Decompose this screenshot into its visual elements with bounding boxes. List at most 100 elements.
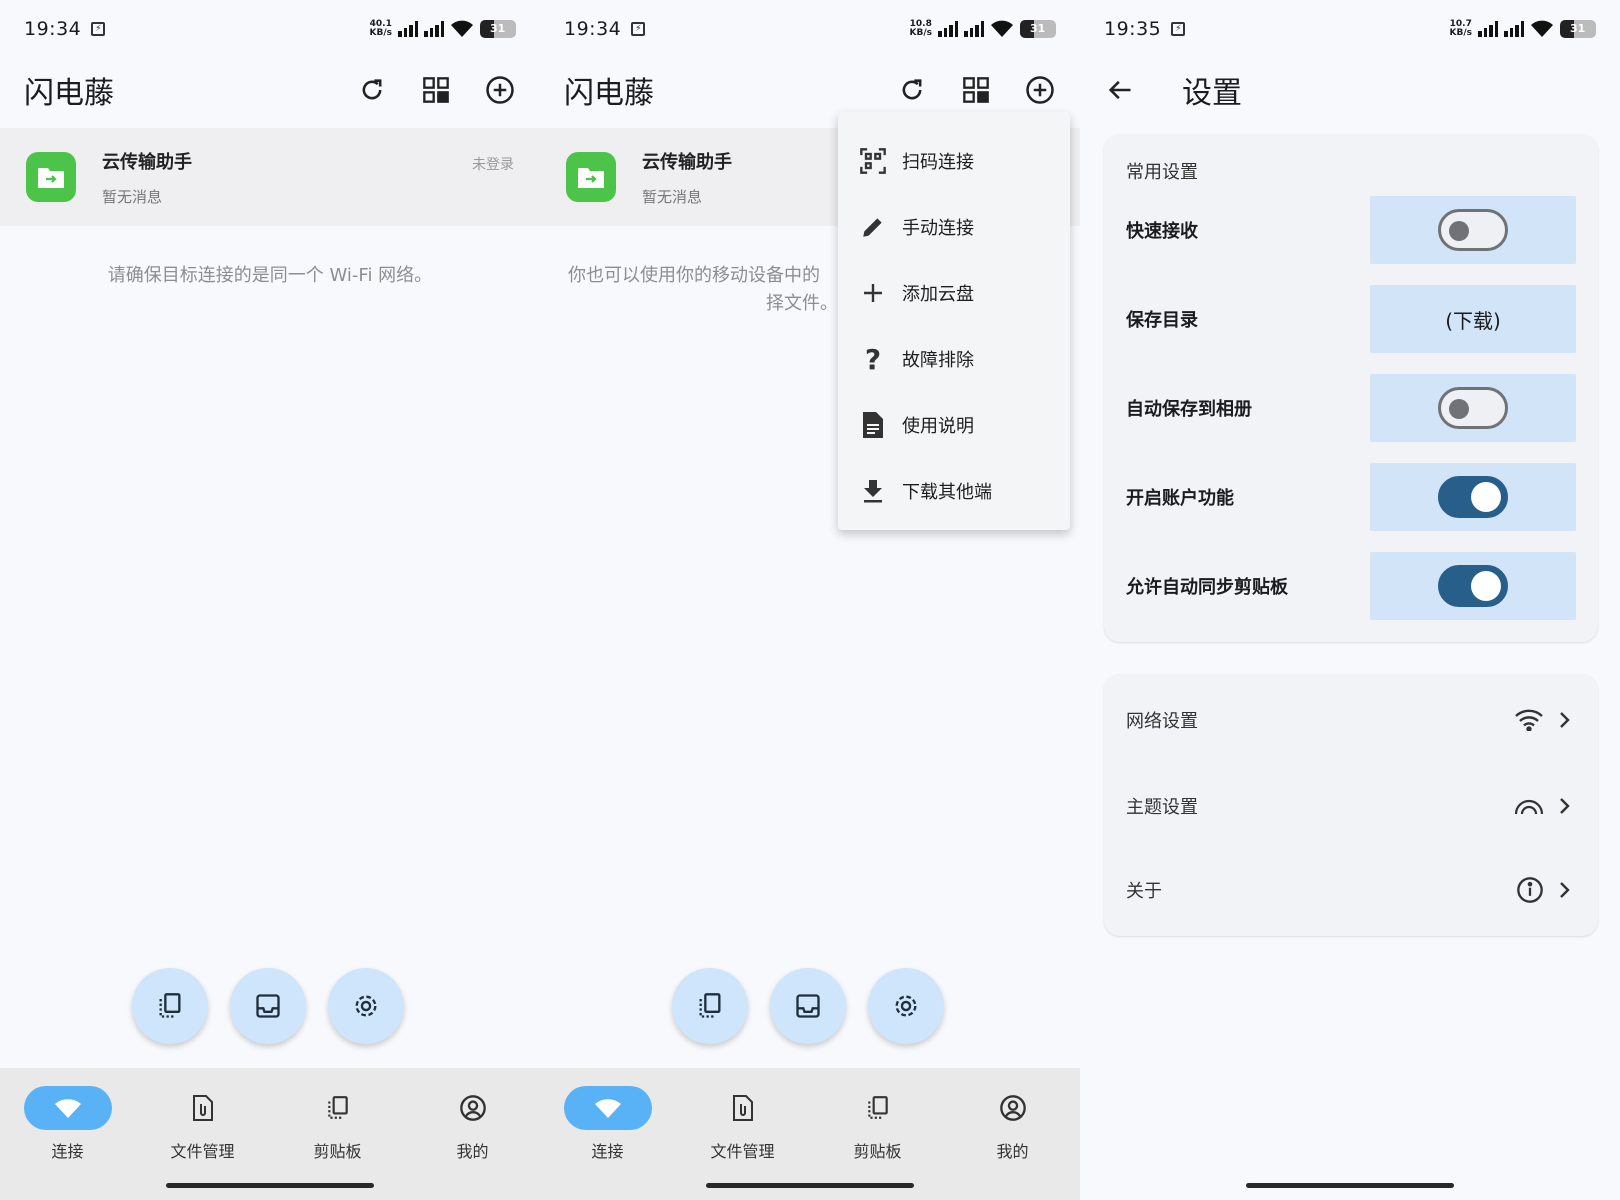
notification-icon: ⚡ xyxy=(91,22,106,36)
inbox-icon xyxy=(796,994,820,1018)
question-icon: ? xyxy=(864,342,882,376)
network-settings-row[interactable]: 网络设置 xyxy=(1104,690,1598,750)
signal-icon xyxy=(398,21,418,37)
wifi-hint: 请确保目标连接的是同一个 Wi-Fi 网络。 xyxy=(107,265,433,286)
account-icon xyxy=(999,1095,1026,1121)
wifi-icon xyxy=(54,1099,81,1118)
menu-download-clients[interactable]: 下载其他端 xyxy=(838,458,1070,524)
battery-icon: 31 xyxy=(1560,20,1596,38)
refresh-icon xyxy=(362,79,382,100)
refresh-icon xyxy=(902,79,922,100)
pencil-icon xyxy=(863,218,882,237)
status-bar: 19:35 ⚡ 10.7 KB/s 31 xyxy=(1104,14,1596,44)
back-button[interactable] xyxy=(1104,74,1136,106)
wifi-status-icon xyxy=(991,20,1013,37)
theme-settings-row[interactable]: 主题设置 xyxy=(1104,776,1598,836)
qr-code-icon xyxy=(423,77,449,103)
setting-quick-receive: 快速接收 xyxy=(1104,196,1598,264)
inbox-fab[interactable] xyxy=(770,968,846,1044)
inbox-fab[interactable] xyxy=(230,968,306,1044)
settings-title: 设置 xyxy=(1182,76,1242,111)
wifi-icon xyxy=(1515,709,1543,731)
clipboard-icon xyxy=(699,993,721,1018)
clipboard-fab[interactable] xyxy=(132,968,208,1044)
qr-scan-icon xyxy=(860,148,886,174)
quick-receive-toggle[interactable] xyxy=(1438,209,1508,251)
login-status: 未登录 xyxy=(472,157,514,173)
clipboard-icon xyxy=(327,1096,348,1119)
network-speed: 10.8 KB/s xyxy=(909,19,932,38)
menu-scan-connect[interactable]: 扫码连接 xyxy=(838,128,1070,194)
save-directory-button[interactable]: (下载) xyxy=(1370,285,1576,353)
info-icon xyxy=(1517,877,1543,903)
signal-icon-2 xyxy=(1504,21,1524,37)
add-button[interactable] xyxy=(484,74,516,106)
menu-instructions[interactable]: 使用说明 xyxy=(838,392,1070,458)
chevron-right-icon xyxy=(1560,798,1570,814)
settings-fab[interactable] xyxy=(328,968,404,1044)
add-circle-icon xyxy=(1026,76,1054,104)
network-speed: 10.7 KB/s xyxy=(1449,19,1472,38)
qr-code-button[interactable] xyxy=(960,74,992,106)
status-bar: 19:34 ⚡ 10.8 KB/s 31 xyxy=(564,14,1056,44)
device-message: 暂无消息 xyxy=(642,187,703,206)
chevron-right-icon xyxy=(1560,712,1570,728)
arrow-back-icon xyxy=(1108,80,1131,100)
qr-code-button[interactable] xyxy=(420,74,452,106)
rainbow-icon xyxy=(1514,799,1544,815)
home-indicator xyxy=(1246,1183,1454,1188)
account-icon xyxy=(459,1095,486,1121)
menu-add-cloud[interactable]: 添加云盘 xyxy=(838,260,1070,326)
clipboard-fab[interactable] xyxy=(672,968,748,1044)
notification-icon: ⚡ xyxy=(631,22,646,36)
wifi-icon xyxy=(594,1099,621,1118)
setting-account-feature: 开启账户功能 xyxy=(1104,463,1598,531)
account-feature-toggle[interactable] xyxy=(1438,476,1508,518)
connect-screen: 19:34 ⚡ 40.1 KB/s 31 闪电藤 云传输助手 暂无消息 未登录 … xyxy=(0,0,540,1200)
setting-save-directory: 保存目录 (下载) xyxy=(1104,285,1598,353)
document-icon xyxy=(863,412,883,438)
nav-connect[interactable]: 连接 xyxy=(13,1086,123,1200)
bottom-navigation: 连接 文件管理 剪贴板 我的 xyxy=(540,1068,1080,1200)
add-dropdown-menu: 扫码连接 手动连接 添加云盘 ? 故障排除 使用说明 下载其他端 xyxy=(838,112,1070,530)
nav-connect[interactable]: 连接 xyxy=(553,1086,663,1200)
status-time: 19:34 xyxy=(24,18,82,40)
setting-clipboard-sync: 允许自动同步剪贴板 xyxy=(1104,552,1598,620)
status-time: 19:34 xyxy=(564,18,622,40)
auto-save-album-toggle[interactable] xyxy=(1438,387,1508,429)
home-indicator xyxy=(706,1183,914,1188)
wifi-status-icon xyxy=(1531,20,1553,37)
device-list-item[interactable]: 云传输助手 暂无消息 未登录 xyxy=(0,128,540,226)
refresh-button[interactable] xyxy=(356,74,388,106)
download-icon xyxy=(864,480,882,503)
notification-icon: ⚡ xyxy=(1171,22,1186,36)
cloud-transfer-app-icon xyxy=(26,152,76,202)
status-bar: 19:34 ⚡ 40.1 KB/s 31 xyxy=(24,14,516,44)
cloud-transfer-app-icon xyxy=(566,152,616,202)
nav-profile[interactable]: 我的 xyxy=(418,1086,528,1200)
nav-profile[interactable]: 我的 xyxy=(958,1086,1068,1200)
menu-troubleshoot[interactable]: ? 故障排除 xyxy=(838,326,1070,392)
add-circle-icon xyxy=(486,76,514,104)
chevron-right-icon xyxy=(1560,882,1570,898)
settings-app-bar: 设置 xyxy=(1080,64,1620,116)
add-button[interactable] xyxy=(1024,74,1056,106)
signal-icon-2 xyxy=(964,21,984,37)
refresh-button[interactable] xyxy=(896,74,928,106)
about-row[interactable]: 关于 xyxy=(1104,860,1598,920)
clipboard-sync-toggle[interactable] xyxy=(1438,565,1508,607)
bottom-navigation: 连接 文件管理 剪贴板 我的 xyxy=(0,1068,540,1200)
battery-icon: 31 xyxy=(480,20,516,38)
device-name: 云传输助手 xyxy=(102,151,192,173)
gear-icon xyxy=(355,995,377,1017)
network-speed: 40.1 KB/s xyxy=(369,19,392,38)
plus-icon xyxy=(864,284,882,302)
clipboard-icon xyxy=(867,1096,888,1119)
inbox-icon xyxy=(256,994,280,1018)
settings-fab[interactable] xyxy=(868,968,944,1044)
battery-icon: 31 xyxy=(1020,20,1056,38)
qr-code-icon xyxy=(963,77,989,103)
menu-manual-connect[interactable]: 手动连接 xyxy=(838,194,1070,260)
settings-screen: 19:35 ⚡ 10.7 KB/s 31 设置 常用设置 快速接收 保存目录 (下… xyxy=(1080,0,1620,1200)
signal-icon-2 xyxy=(424,21,444,37)
